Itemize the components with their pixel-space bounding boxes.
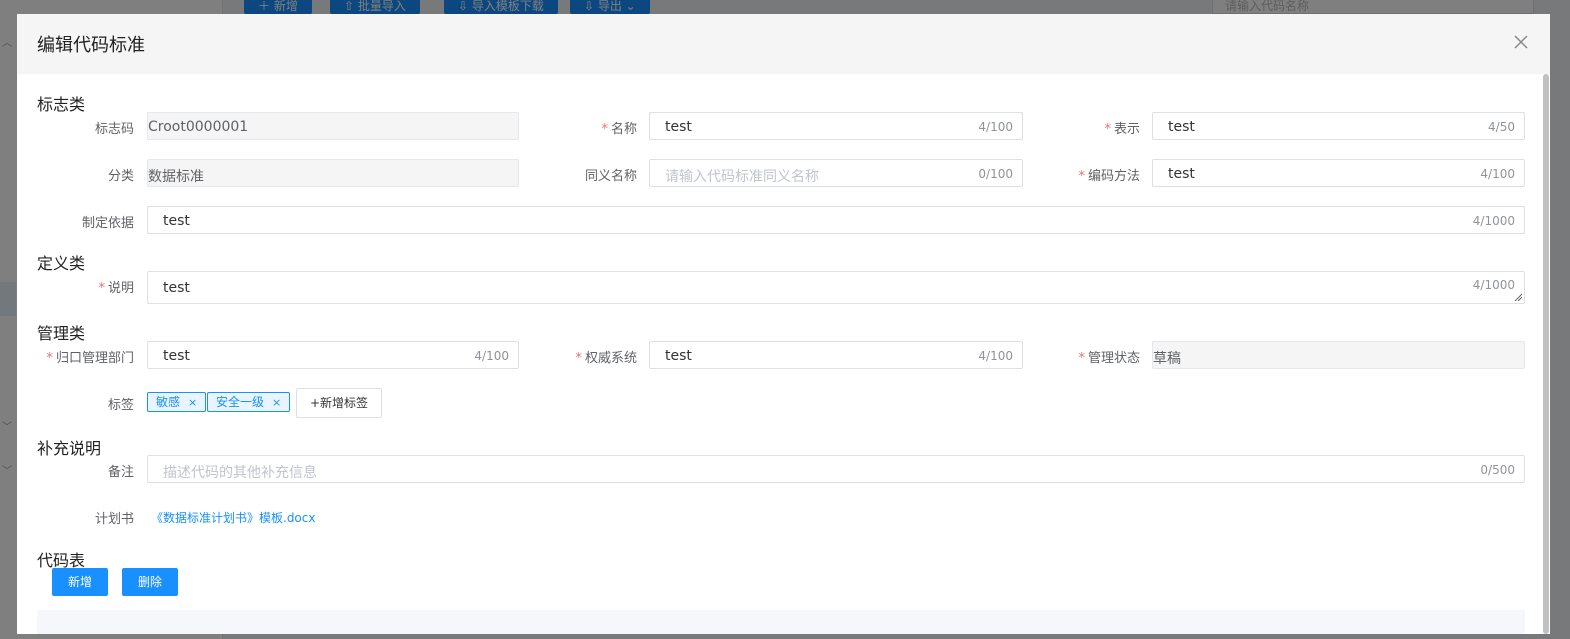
section-identity-title: 标志类 [37,95,86,114]
department-input[interactable]: test 4/100 [147,341,519,369]
remark-placeholder: 描述代码的其他补充信息 [163,465,317,481]
code-value: Croot0000001 [148,119,249,135]
section-definition-title: 定义类 [37,254,86,273]
tag-sensitive: 敏感 × [147,392,207,412]
synonym-label: 同义名称 [584,169,637,184]
display-value: test [1168,119,1195,135]
department-value: test [163,348,190,364]
section-management-title: 管理类 [37,324,86,343]
authority-label: * 权威系统 [575,351,637,366]
dialog-scrollbar[interactable] [1543,74,1549,634]
remark-label: 备注 [107,465,134,480]
basis-counter: 4/1000 [1472,214,1515,228]
status-value: 草稿 [1153,351,1181,367]
close-icon[interactable] [1510,31,1532,53]
synonym-placeholder: 请输入代码标准同义名称 [665,169,819,185]
description-textarea[interactable]: test 4/1000 [147,271,1525,304]
name-value: test [665,119,692,135]
display-counter: 4/50 [1488,120,1515,134]
display-label: * 表示 [1104,122,1140,137]
dialog-title: 编辑代码标准 [37,35,145,56]
resize-handle-icon[interactable] [1514,293,1522,301]
basis-input[interactable]: test 4/1000 [147,206,1525,234]
basis-value: test [163,213,190,229]
authority-value: test [665,348,692,364]
category-value: 数据标准 [148,169,204,185]
status-field: 草稿 [1152,341,1525,369]
synonym-counter: 0/100 [978,167,1013,181]
section-supplement-title: 补充说明 [37,439,102,458]
category-field: 数据标准 [147,159,519,187]
name-input[interactable]: test 4/100 [649,112,1023,140]
code-table-header [37,610,1525,634]
basis-label: 制定依据 [81,216,134,231]
tag-security-level-1: 安全一级 × [207,392,291,412]
dialog-header: 编辑代码标准 [17,14,1550,74]
name-label: * 名称 [601,122,637,137]
encoding-counter: 4/100 [1480,167,1515,181]
code-table-add-button[interactable]: 新增 [52,568,108,596]
name-counter: 4/100 [978,120,1013,134]
scrollbar-thumb[interactable] [1543,74,1549,634]
display-input[interactable]: test 4/50 [1152,112,1525,140]
status-label: * 管理状态 [1078,351,1140,366]
plan-template-link[interactable]: 《数据标准计划书》模板.docx [151,509,315,526]
description-value: test [163,280,190,296]
description-counter: 4/1000 [1472,278,1515,292]
tag-remove-icon[interactable]: × [188,396,197,409]
category-label: 分类 [107,169,134,184]
code-label: 标志码 [94,122,134,137]
plan-label: 计划书 [94,512,134,527]
synonym-input[interactable]: 请输入代码标准同义名称 0/100 [649,159,1023,187]
remark-counter: 0/500 [1480,463,1515,477]
encoding-label: * 编码方法 [1078,169,1140,184]
encoding-input[interactable]: test 4/100 [1152,159,1525,187]
department-counter: 4/100 [474,349,509,363]
authority-counter: 4/100 [978,349,1013,363]
edit-code-standard-dialog: 编辑代码标准 标志类 标志码 Croot0000001 * 名称 test 4/1… [17,14,1550,634]
description-label: * 说明 [98,281,134,296]
add-tag-button[interactable]: +新增标签 [296,388,382,418]
authority-input[interactable]: test 4/100 [649,341,1023,369]
code-table-delete-button[interactable]: 删除 [122,568,178,596]
tag-remove-icon[interactable]: × [272,396,281,409]
department-label: * 归口管理部门 [46,351,134,366]
tags-label: 标签 [107,398,134,413]
code-field: Croot0000001 [147,112,519,140]
remark-input[interactable]: 描述代码的其他补充信息 0/500 [147,455,1525,483]
encoding-value: test [1168,166,1195,182]
